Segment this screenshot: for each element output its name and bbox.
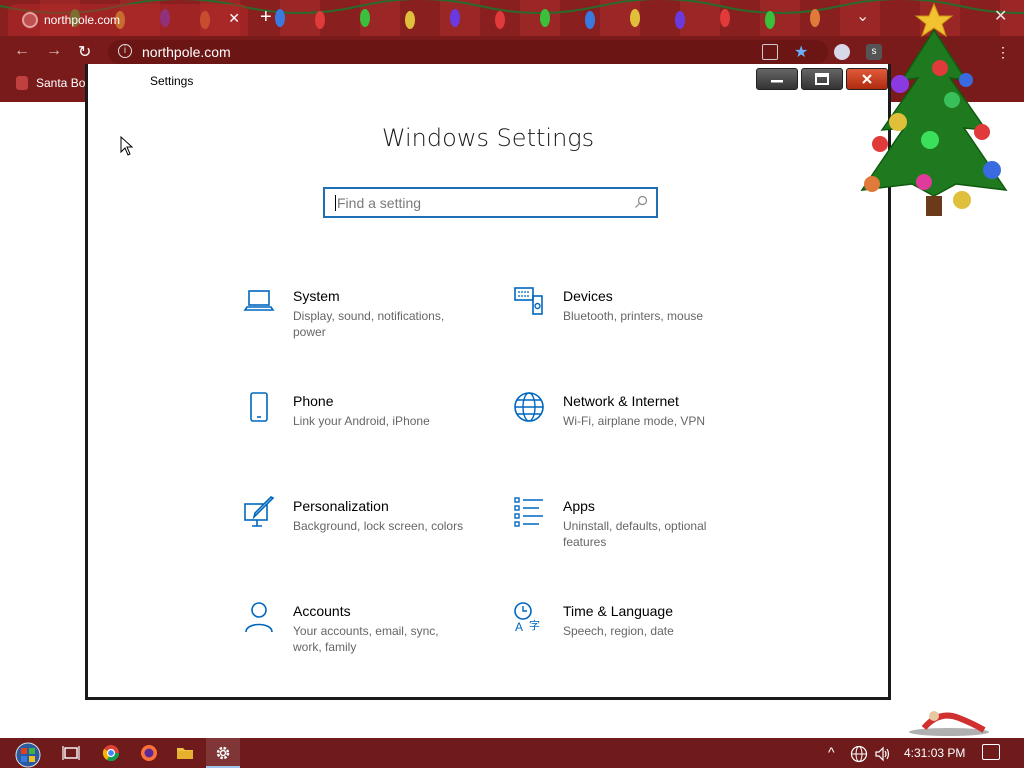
task-view-icon[interactable] <box>62 744 80 762</box>
settings-search-input[interactable]: Find a setting <box>323 187 658 218</box>
firefox-icon[interactable] <box>140 744 158 762</box>
person-icon <box>245 602 273 633</box>
mouse-cursor-icon <box>120 136 134 156</box>
browser-tab[interactable]: northpole.com ✕ <box>8 4 248 36</box>
tab-title: northpole.com <box>44 13 121 27</box>
reload-icon[interactable]: ↻ <box>78 42 91 62</box>
address-url: northpole.com <box>142 44 231 60</box>
category-name: Network & Internet <box>563 393 679 409</box>
category-apps[interactable]: Apps Uninstall, defaults, optional featu… <box>513 496 763 566</box>
category-name: Time & Language <box>563 603 673 619</box>
time-language-icon: A 字 <box>514 602 540 633</box>
category-desc: Bluetooth, printers, mouse <box>563 309 704 323</box>
tab-close-icon[interactable]: ✕ <box>228 10 240 27</box>
minimize-icon <box>771 80 783 83</box>
search-icon <box>635 195 648 208</box>
bookmark-santa[interactable]: Santa Bo <box>16 76 85 90</box>
text-caret <box>335 194 336 211</box>
paintbrush-icon <box>244 496 275 527</box>
settings-window-title: Settings <box>150 74 194 88</box>
svg-text:A: A <box>515 620 523 633</box>
notification-center-icon[interactable] <box>982 744 1000 760</box>
category-name: Apps <box>563 498 595 514</box>
category-desc: Link your Android, iPhone <box>293 414 430 428</box>
svg-text:字: 字 <box>529 618 540 632</box>
category-desc: Uninstall, defaults, optional features <box>563 519 707 549</box>
category-phone[interactable]: Phone Link your Android, iPhone <box>243 391 493 461</box>
site-favicon-icon <box>22 12 38 28</box>
category-name: System <box>293 288 340 304</box>
category-desc: Wi-Fi, airplane mode, VPN <box>563 414 706 428</box>
network-globe-icon[interactable] <box>850 745 868 763</box>
settings-titlebar[interactable]: Settings <box>88 64 888 98</box>
apps-list-icon <box>514 497 543 527</box>
minimize-button[interactable] <box>756 68 798 90</box>
category-desc: Display, sound, notifications, power <box>293 309 445 339</box>
christmas-tree-icon <box>860 2 1008 216</box>
page-title: Windows Settings <box>381 124 595 152</box>
chrome-icon[interactable] <box>102 744 120 762</box>
category-network[interactable]: Network & Internet Wi-Fi, airplane mode,… <box>513 391 763 461</box>
settings-taskbar-button[interactable] <box>206 738 240 768</box>
settings-window: Settings Windows Settings Find a setting… <box>85 64 891 700</box>
maximize-button[interactable] <box>801 68 843 90</box>
category-name: Personalization <box>293 498 389 514</box>
category-desc: Speech, region, date <box>563 624 674 638</box>
category-system[interactable]: System Display, sound, notifications, po… <box>243 286 493 356</box>
category-time-language[interactable]: A 字 Time & Language Speech, region, date <box>513 601 763 671</box>
globe-icon <box>514 392 544 422</box>
taskbar: ^ 4:31:03 PM <box>0 738 1024 768</box>
share-icon[interactable] <box>762 44 778 60</box>
search-placeholder: Find a setting <box>337 194 422 211</box>
phone-icon <box>250 392 268 422</box>
maximize-icon <box>815 73 829 85</box>
volume-icon[interactable] <box>874 745 892 763</box>
taskbar-clock[interactable]: 4:31:03 PM <box>904 746 965 760</box>
site-info-icon[interactable]: i <box>118 44 132 58</box>
category-accounts[interactable]: Accounts Your accounts, email, sync, wor… <box>243 601 493 671</box>
start-button-icon[interactable] <box>8 740 48 768</box>
santa-bookmark-icon <box>16 76 28 90</box>
devices-icon <box>514 287 543 315</box>
santa-figure-icon <box>909 711 989 736</box>
forward-arrow-icon[interactable]: → <box>46 42 62 60</box>
tray-chevron-up-icon[interactable]: ^ <box>828 744 835 760</box>
category-devices[interactable]: Devices Bluetooth, printers, mouse <box>513 286 763 356</box>
category-name: Accounts <box>293 603 351 619</box>
address-bar[interactable]: i northpole.com <box>108 40 828 64</box>
gear-icon <box>216 746 230 760</box>
back-arrow-icon[interactable]: ← <box>14 42 30 60</box>
category-personalization[interactable]: Personalization Background, lock screen,… <box>243 496 493 566</box>
file-explorer-icon[interactable] <box>176 744 194 762</box>
category-name: Phone <box>293 393 334 409</box>
category-desc: Background, lock screen, colors <box>293 519 464 533</box>
category-desc: Your accounts, email, sync, work, family <box>293 624 439 654</box>
bookmark-label: Santa Bo <box>36 76 86 90</box>
bookmark-star-icon[interactable]: ★ <box>794 42 810 61</box>
new-tab-icon[interactable]: + <box>260 6 272 29</box>
laptop-icon <box>243 290 275 311</box>
category-name: Devices <box>563 288 613 304</box>
